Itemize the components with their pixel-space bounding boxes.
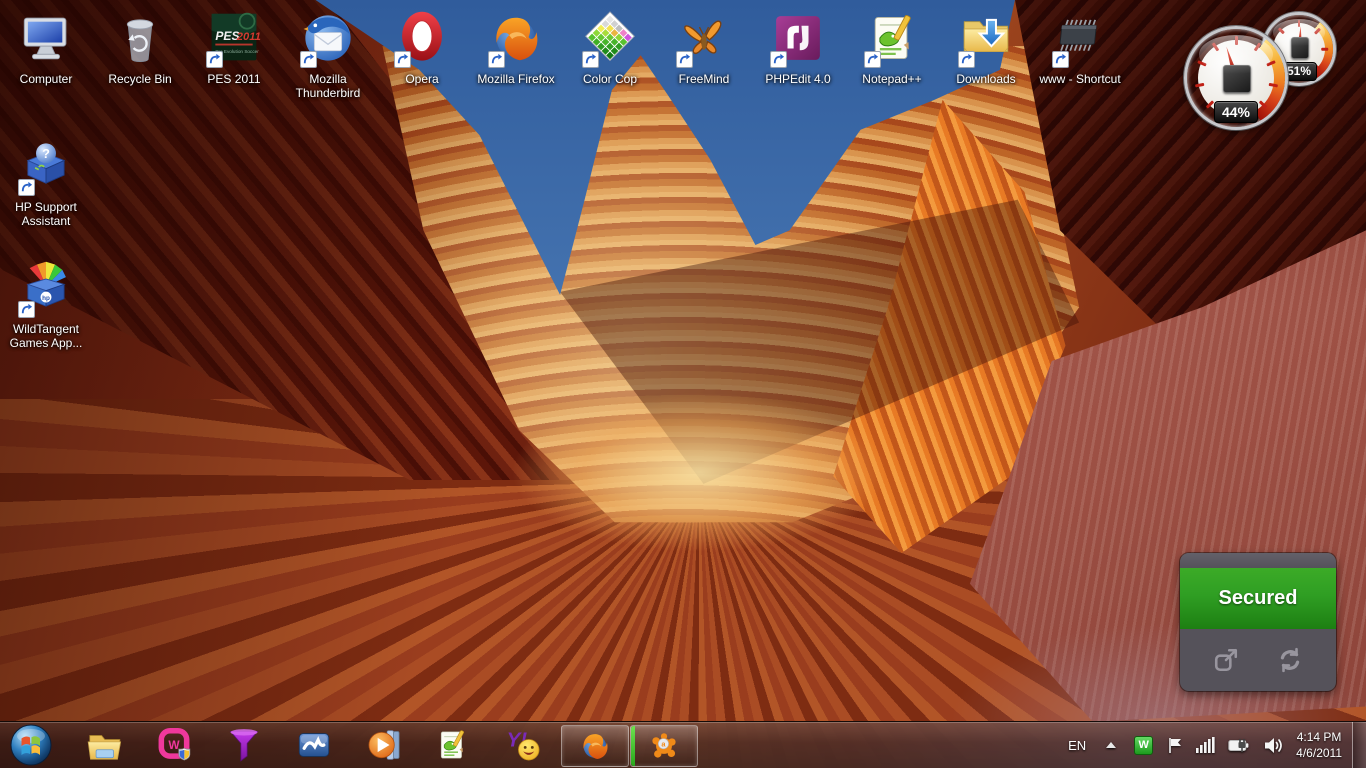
recycle-bin-icon bbox=[108, 6, 172, 70]
avast-status-banner: Secured bbox=[1180, 568, 1336, 629]
desktop-icon-hp-support[interactable]: ? HP Support Assistant bbox=[0, 134, 93, 228]
taskbar-firefox-running[interactable] bbox=[561, 725, 629, 767]
thunderbird-icon bbox=[296, 6, 360, 70]
desktop-icon-label: Downloads bbox=[956, 72, 1015, 86]
desktop-icon-www-shortcut[interactable]: www - Shortcut bbox=[1033, 6, 1127, 86]
desktop-icon-label: www - Shortcut bbox=[1039, 72, 1120, 86]
desktop-icon-freemind[interactable]: FreeMind bbox=[657, 6, 751, 86]
desktop-icon-label: Computer bbox=[20, 72, 73, 86]
cpu-chip-icon bbox=[1223, 65, 1251, 93]
shortcut-arrow-overlay bbox=[1052, 51, 1069, 68]
desktop-icon-label: PHPEdit 4.0 bbox=[765, 72, 830, 86]
desktop-icon-label: FreeMind bbox=[679, 72, 730, 86]
desktop-icon-label: Recycle Bin bbox=[108, 72, 171, 86]
firefox-icon bbox=[484, 6, 548, 70]
shortcut-arrow-overlay bbox=[676, 51, 693, 68]
svg-text:?: ? bbox=[42, 147, 50, 161]
ram-chip-icon bbox=[1291, 37, 1309, 59]
phpedit-icon bbox=[766, 6, 830, 70]
taskbar-avast-running[interactable] bbox=[630, 725, 698, 767]
shortcut-arrow-overlay bbox=[958, 51, 975, 68]
taskbar-funnel-app[interactable] bbox=[224, 725, 264, 765]
svg-text:2011: 2011 bbox=[236, 31, 261, 43]
pes-2011-icon: PES 2011 Pro Evolution Soccer bbox=[202, 6, 266, 70]
desktop-icon-color-cop[interactable]: Color Cop bbox=[563, 6, 657, 86]
shortcut-arrow-overlay bbox=[18, 179, 35, 196]
desktop-icon-label: Notepad++ bbox=[862, 72, 921, 86]
taskbar: W bbox=[0, 721, 1366, 768]
chip-icon bbox=[1048, 6, 1112, 70]
taskbar-notepadpp[interactable] bbox=[432, 725, 472, 765]
hp-support-assistant-icon: ? bbox=[14, 134, 78, 198]
show-desktop-button[interactable] bbox=[1352, 722, 1366, 768]
desktop-icon-label: Opera bbox=[405, 72, 438, 86]
desktop-icon-firefox[interactable]: Mozilla Firefox bbox=[469, 6, 563, 86]
cpu-gauge[interactable]: 44% bbox=[1184, 26, 1288, 130]
desktop-icon-phpedit[interactable]: PHPEdit 4.0 bbox=[751, 6, 845, 86]
desktop-icon-label: PES 2011 bbox=[207, 72, 260, 86]
clock-date: 4/6/2011 bbox=[1296, 745, 1342, 761]
desktop-icon-label: Mozilla Thunderbird bbox=[282, 72, 374, 100]
refresh-icon[interactable] bbox=[1273, 643, 1307, 677]
clock-time: 4:14 PM bbox=[1296, 729, 1342, 745]
system-tray: EN W bbox=[1068, 722, 1366, 768]
open-window-icon[interactable] bbox=[1209, 643, 1243, 677]
shortcut-arrow-overlay bbox=[394, 51, 411, 68]
desktop-icon-label: Color Cop bbox=[583, 72, 637, 86]
desktop-icon-label: Mozilla Firefox bbox=[477, 72, 554, 86]
windows-desktop: Computer Recycle Bin PES 2011 Pro Evolut… bbox=[0, 0, 1366, 768]
network-signal-icon[interactable] bbox=[1196, 737, 1215, 753]
opera-icon bbox=[390, 6, 454, 70]
notepadpp-icon bbox=[860, 6, 924, 70]
desktop-icon-downloads[interactable]: Downloads bbox=[939, 6, 1033, 86]
desktop-icon-wildtangent[interactable]: hp WildTangent Games App... bbox=[0, 256, 93, 350]
shortcut-arrow-overlay bbox=[864, 51, 881, 68]
taskbar-wampserver[interactable]: W bbox=[154, 725, 194, 765]
action-center-flag-icon[interactable] bbox=[1167, 737, 1183, 754]
shortcut-arrow-overlay bbox=[18, 301, 35, 318]
desktop-icon-label: HP Support Assistant bbox=[0, 200, 92, 228]
desktop-icon-thunderbird[interactable]: Mozilla Thunderbird bbox=[281, 6, 375, 100]
desktop-icon-opera[interactable]: Opera bbox=[375, 6, 469, 86]
volume-speaker-icon[interactable] bbox=[1264, 737, 1283, 754]
avast-gadget-titlebar bbox=[1180, 553, 1336, 568]
downloads-folder-icon bbox=[954, 6, 1018, 70]
start-button[interactable] bbox=[10, 724, 52, 766]
freemind-icon bbox=[672, 6, 736, 70]
shortcut-arrow-overlay bbox=[488, 51, 505, 68]
taskbar-windows-explorer[interactable] bbox=[84, 725, 124, 765]
taskbar-blue-wave-app[interactable] bbox=[294, 725, 334, 765]
battery-power-icon[interactable] bbox=[1228, 738, 1251, 753]
language-indicator[interactable]: EN bbox=[1068, 738, 1086, 753]
desktop-icon-recycle-bin[interactable]: Recycle Bin bbox=[93, 6, 187, 86]
avast-gadget[interactable]: Secured bbox=[1180, 553, 1336, 691]
desktop-icon-notepadpp[interactable]: Notepad++ bbox=[845, 6, 939, 86]
cpu-percent-badge: 44% bbox=[1214, 101, 1258, 123]
taskbar-yahoo-messenger[interactable]: Y! bbox=[504, 725, 544, 765]
color-cop-icon bbox=[578, 6, 642, 70]
desktop-icon-label: WildTangent Games App... bbox=[0, 322, 92, 350]
wampserver-tray-icon[interactable]: W bbox=[1134, 736, 1153, 755]
svg-text:hp: hp bbox=[42, 295, 50, 302]
shortcut-arrow-overlay bbox=[770, 51, 787, 68]
shortcut-arrow-overlay bbox=[206, 51, 223, 68]
wildtangent-games-icon: hp bbox=[14, 256, 78, 320]
computer-icon bbox=[14, 6, 78, 70]
shortcut-arrow-overlay bbox=[300, 51, 317, 68]
desktop-icon-pes-2011[interactable]: PES 2011 Pro Evolution Soccer PES 2011 bbox=[187, 6, 281, 86]
taskbar-windows-media-player[interactable] bbox=[364, 725, 404, 765]
clock[interactable]: 4:14 PM 4/6/2011 bbox=[1296, 729, 1342, 761]
show-hidden-icons-arrow[interactable] bbox=[1106, 742, 1116, 748]
shortcut-arrow-overlay bbox=[582, 51, 599, 68]
desktop-icon-computer[interactable]: Computer bbox=[0, 6, 93, 86]
